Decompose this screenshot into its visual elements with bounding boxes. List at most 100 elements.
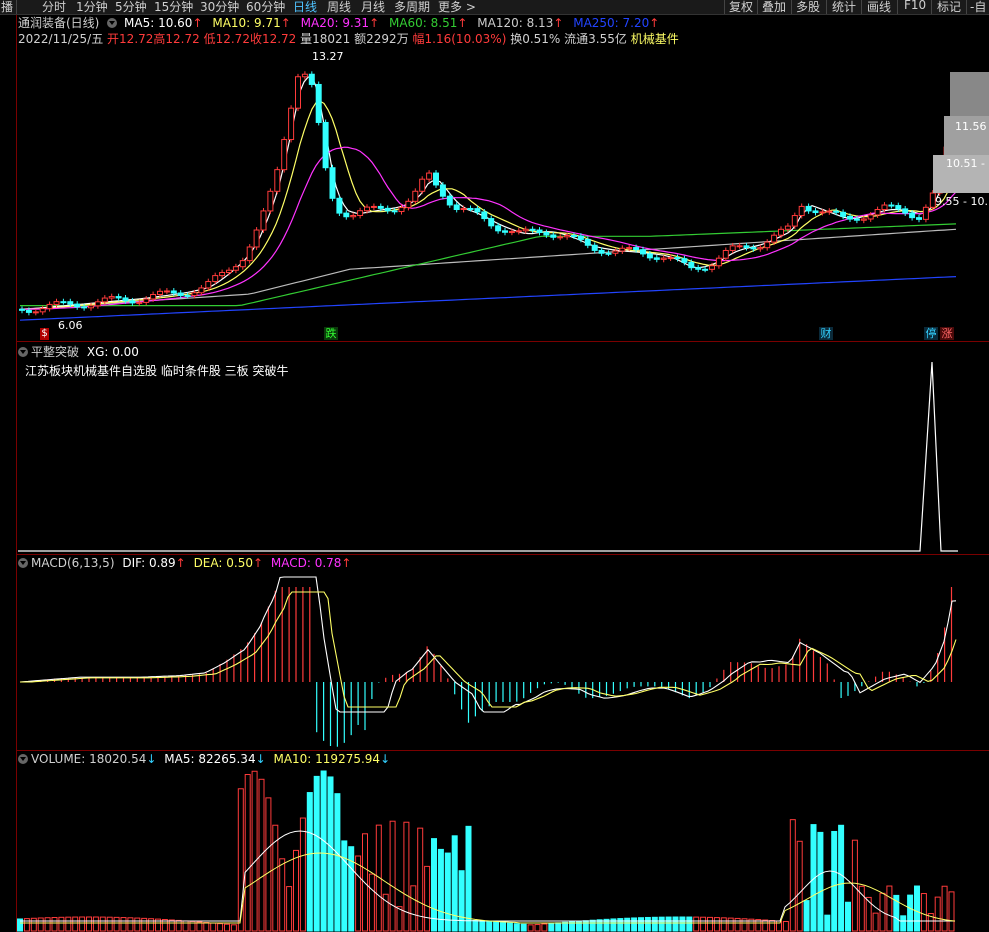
candle: [481, 211, 488, 220]
candle: [267, 190, 274, 212]
volume-bar: [900, 915, 907, 932]
candle: [281, 139, 288, 171]
candle: [784, 225, 791, 230]
volume-bar: [679, 916, 686, 932]
candle: [895, 205, 902, 210]
volume-bar: [720, 917, 727, 932]
indicator-title[interactable]: 平整突破: [31, 345, 79, 359]
candle: [460, 207, 467, 211]
event-marker-fall[interactable]: 跌: [324, 327, 338, 340]
price-range-box: [950, 72, 989, 116]
candle: [177, 292, 184, 296]
candle: [847, 215, 853, 220]
volume-bar: [368, 873, 375, 932]
event-marker-rise[interactable]: 涨: [940, 327, 954, 340]
volume-bar: [424, 865, 431, 932]
candle: [308, 73, 315, 85]
candle: [350, 215, 357, 218]
volume-bar: [789, 819, 796, 932]
volume-bar: [175, 919, 182, 932]
candle: [633, 247, 640, 251]
candle: [391, 210, 398, 213]
candle: [495, 225, 502, 232]
event-marker-halt[interactable]: 停: [924, 327, 938, 340]
volume-bar: [437, 848, 444, 932]
candle: [584, 238, 591, 246]
volume-bar: [168, 919, 175, 932]
volume-bar: [527, 924, 534, 932]
candle: [819, 211, 826, 214]
candle: [157, 290, 163, 295]
candle: [198, 287, 205, 294]
candle: [902, 208, 909, 214]
candle: [295, 76, 301, 109]
candle: [170, 290, 177, 294]
dropdown-circle-icon[interactable]: [18, 558, 28, 568]
dea-value: DEA: 0.50: [193, 556, 253, 570]
volume-bar: [230, 924, 237, 932]
candle: [426, 172, 433, 180]
candle: [874, 209, 881, 216]
volume-bar: [86, 916, 92, 932]
volume-bar: [838, 824, 845, 932]
candle: [550, 234, 557, 238]
candle: [288, 107, 295, 141]
candle: [702, 268, 709, 271]
volume-bar: [555, 922, 562, 932]
dropdown-circle-icon[interactable]: [18, 347, 28, 357]
volume-bar: [210, 922, 217, 932]
candle: [301, 73, 308, 78]
volume-bar: [72, 916, 79, 932]
volume-bar: [58, 916, 65, 932]
candle: [115, 296, 122, 299]
candle: [688, 261, 695, 269]
candle: [239, 260, 246, 268]
candle: [757, 247, 764, 250]
candle: [136, 301, 143, 304]
indicator-line: [18, 361, 958, 552]
indicator-header: 平整突破 XG: 0.00: [18, 343, 139, 360]
volume-bar: [562, 921, 569, 932]
volume-bar: [79, 916, 86, 932]
candle: [764, 241, 771, 249]
volume-bar: [582, 920, 589, 932]
volume-title[interactable]: VOLUME: 18020.54: [31, 752, 146, 766]
candle: [232, 266, 239, 271]
candlestick-chart[interactable]: [0, 0, 989, 932]
volume-bar: [824, 914, 831, 932]
low-price-mark: 6.06: [58, 319, 83, 332]
macd-title[interactable]: MACD(6,13,5): [31, 556, 115, 570]
candle: [577, 235, 584, 240]
candle: [667, 257, 674, 260]
volume-bar: [99, 916, 106, 932]
volume-bar: [500, 922, 506, 932]
volume-bar: [403, 821, 410, 932]
volume-bar: [141, 917, 148, 932]
candle: [384, 207, 391, 212]
volume-bar: [127, 917, 134, 932]
candle: [653, 257, 660, 260]
volume-bar: [465, 825, 472, 932]
candle: [812, 210, 819, 214]
candle: [909, 212, 916, 219]
volume-bar: [520, 923, 527, 932]
candle: [343, 212, 350, 218]
event-marker[interactable]: $: [40, 328, 49, 340]
volume-bar: [638, 917, 644, 932]
event-marker-finance[interactable]: 财: [819, 327, 833, 340]
candle: [329, 167, 336, 199]
volume-bar: [306, 792, 313, 932]
candle: [750, 247, 757, 250]
vol-ma10-value: MA10: 119275.94: [273, 752, 381, 766]
dropdown-circle-icon[interactable]: [18, 754, 28, 764]
volume-bar: [389, 820, 396, 932]
volume-bar: [410, 885, 417, 932]
panel-divider: [17, 554, 989, 555]
volume-bar: [672, 916, 679, 932]
candle: [357, 210, 364, 217]
volume-bar: [831, 830, 838, 932]
volume-bar: [341, 840, 348, 932]
candle: [39, 308, 46, 313]
volume-bar: [776, 920, 782, 932]
candle: [370, 205, 377, 208]
